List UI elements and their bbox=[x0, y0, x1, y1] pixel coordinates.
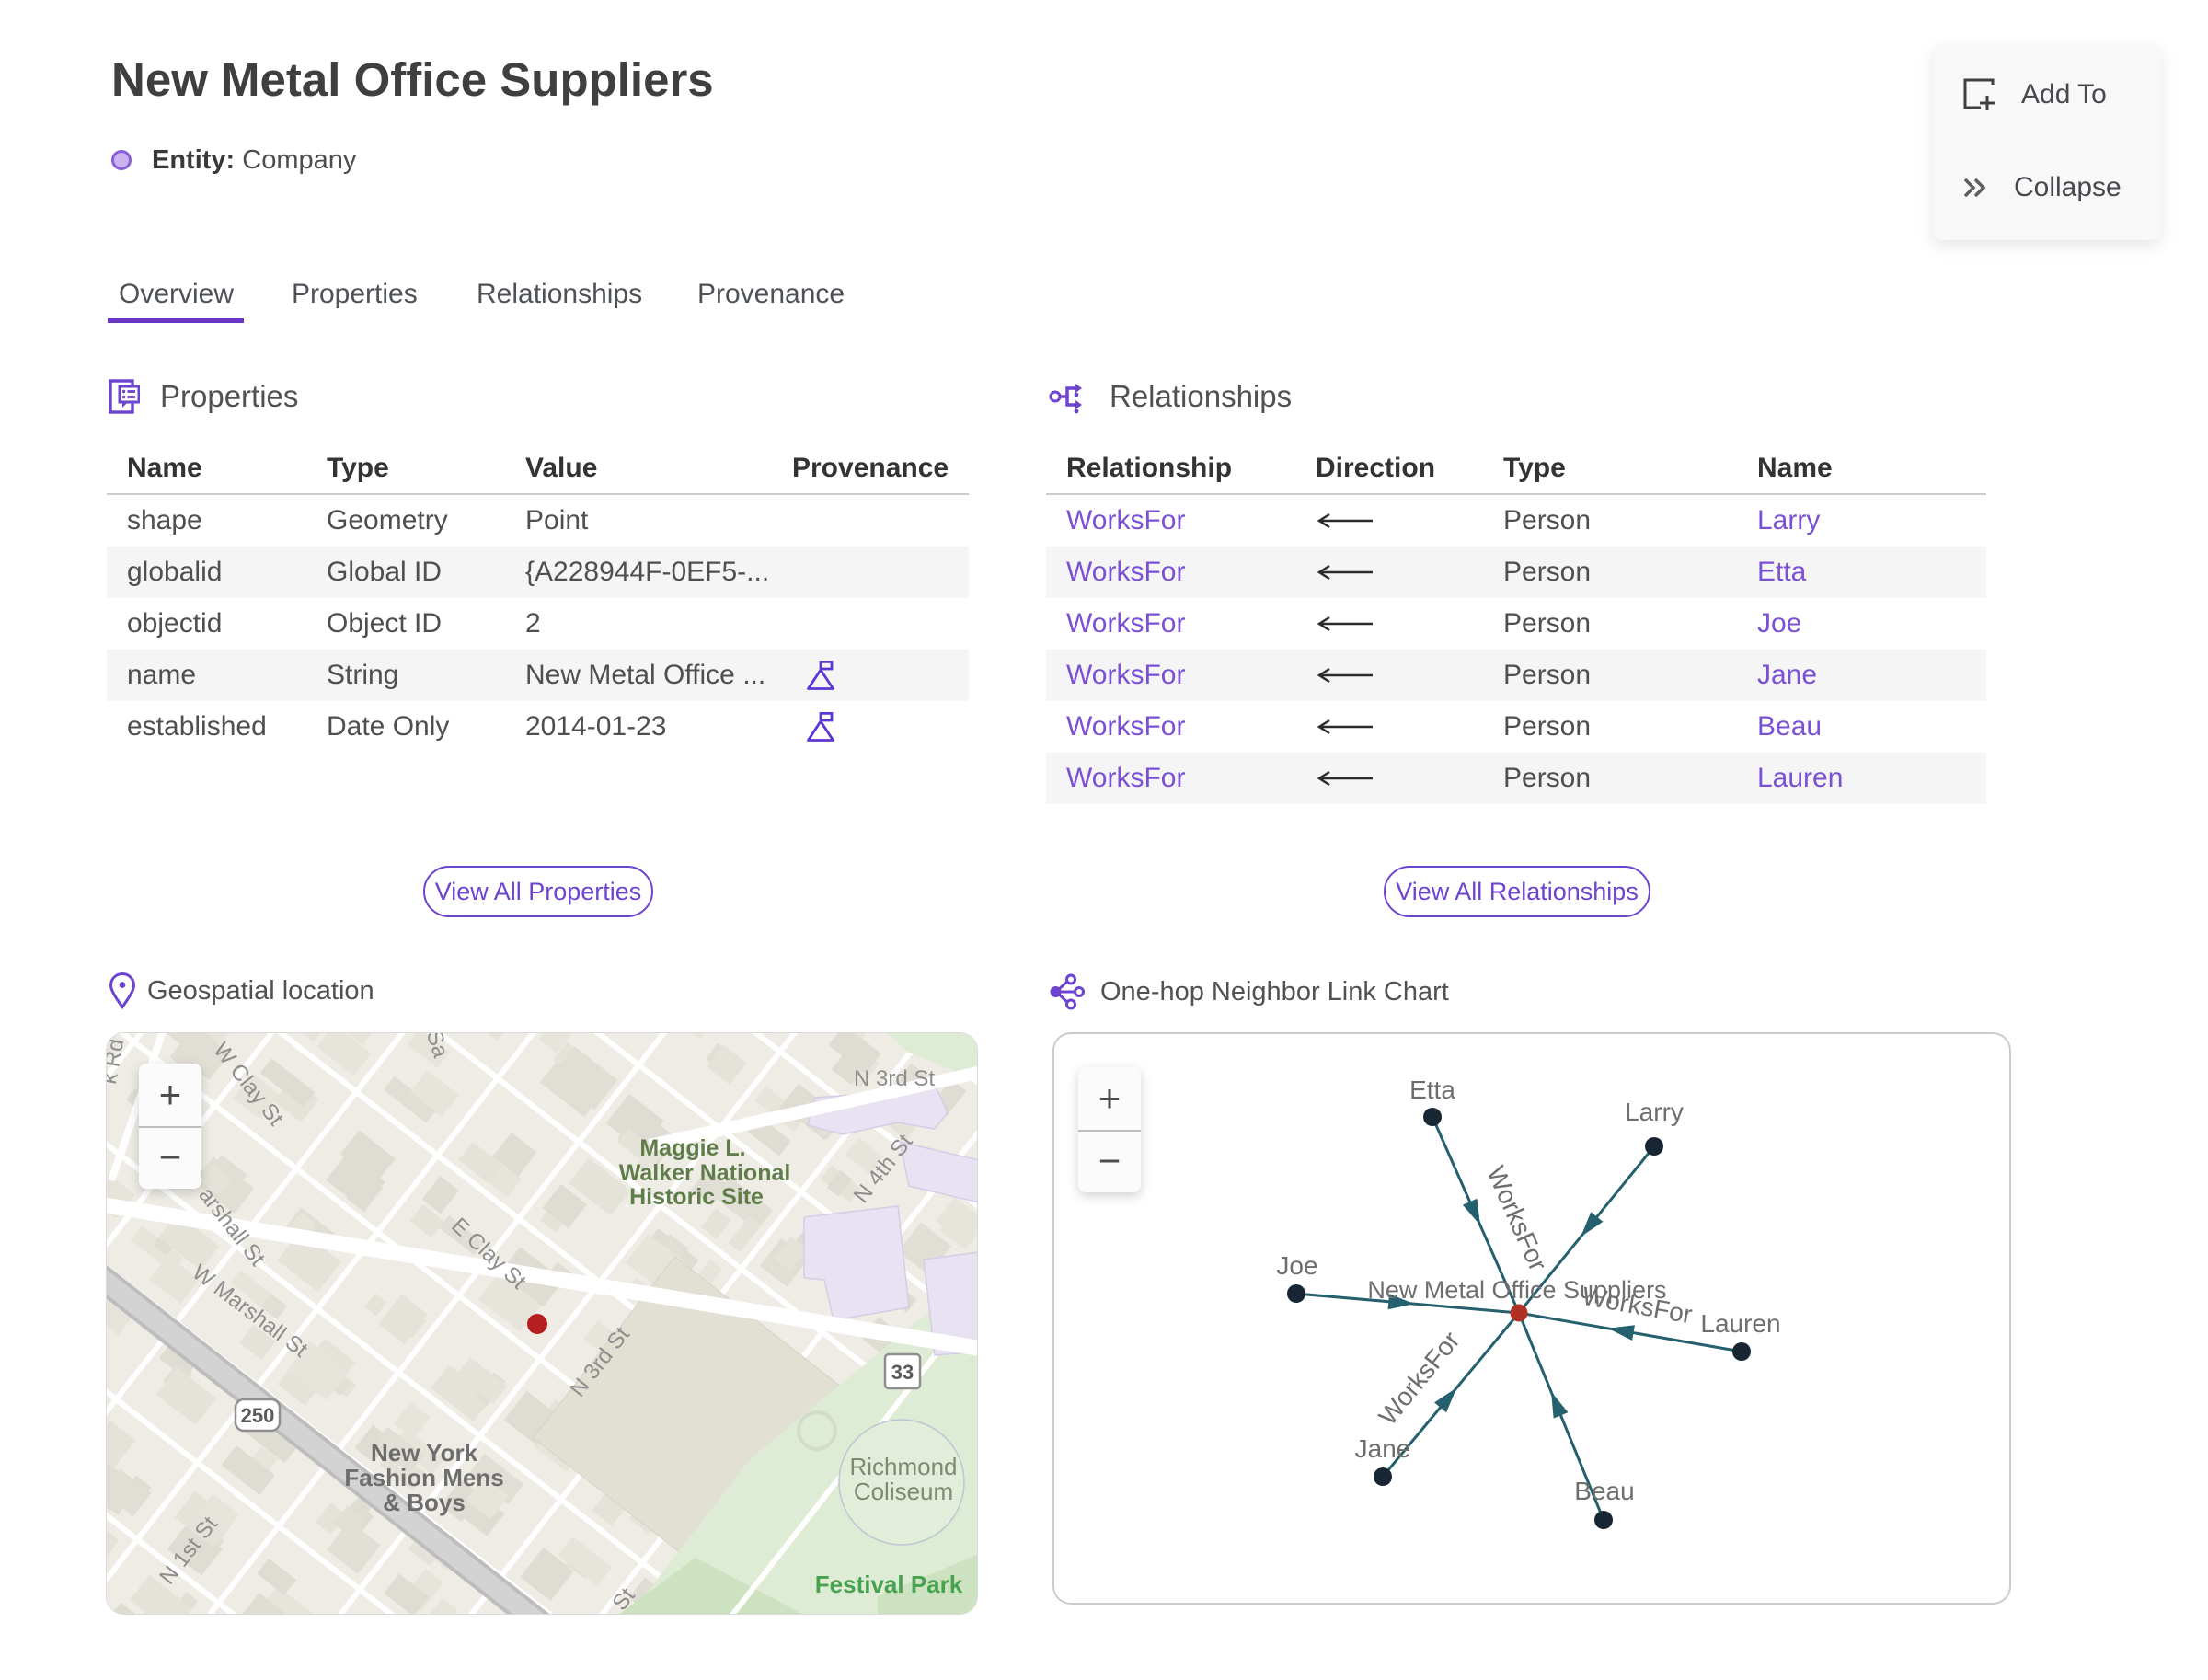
svg-text:Joe: Joe bbox=[1276, 1251, 1317, 1280]
svg-text:Jane: Jane bbox=[1355, 1434, 1411, 1463]
svg-text:Maggie L.: Maggie L. bbox=[639, 1135, 745, 1161]
svg-text:N 3rd St: N 3rd St bbox=[854, 1066, 935, 1091]
svg-text:Beau: Beau bbox=[1574, 1477, 1634, 1505]
svg-text:New York: New York bbox=[371, 1439, 478, 1467]
svg-text:250: 250 bbox=[241, 1404, 275, 1427]
svg-text:& Boys: & Boys bbox=[383, 1489, 466, 1516]
svg-text:Etta: Etta bbox=[1409, 1076, 1455, 1104]
svg-text:WorksFor: WorksFor bbox=[1374, 1326, 1466, 1430]
svg-text:Historic Site: Historic Site bbox=[629, 1184, 764, 1210]
svg-text:Larry: Larry bbox=[1625, 1098, 1684, 1126]
svg-text:Walker National: Walker National bbox=[619, 1160, 791, 1186]
svg-text:33: 33 bbox=[891, 1361, 914, 1384]
svg-text:Festival Park: Festival Park bbox=[815, 1571, 963, 1598]
svg-text:Coliseum: Coliseum bbox=[854, 1478, 953, 1505]
svg-text:Richmond: Richmond bbox=[849, 1453, 957, 1480]
svg-text:Fashion Mens: Fashion Mens bbox=[344, 1464, 503, 1491]
svg-text:Lauren: Lauren bbox=[1700, 1309, 1780, 1338]
svg-text:WorksFor: WorksFor bbox=[1481, 1162, 1552, 1275]
